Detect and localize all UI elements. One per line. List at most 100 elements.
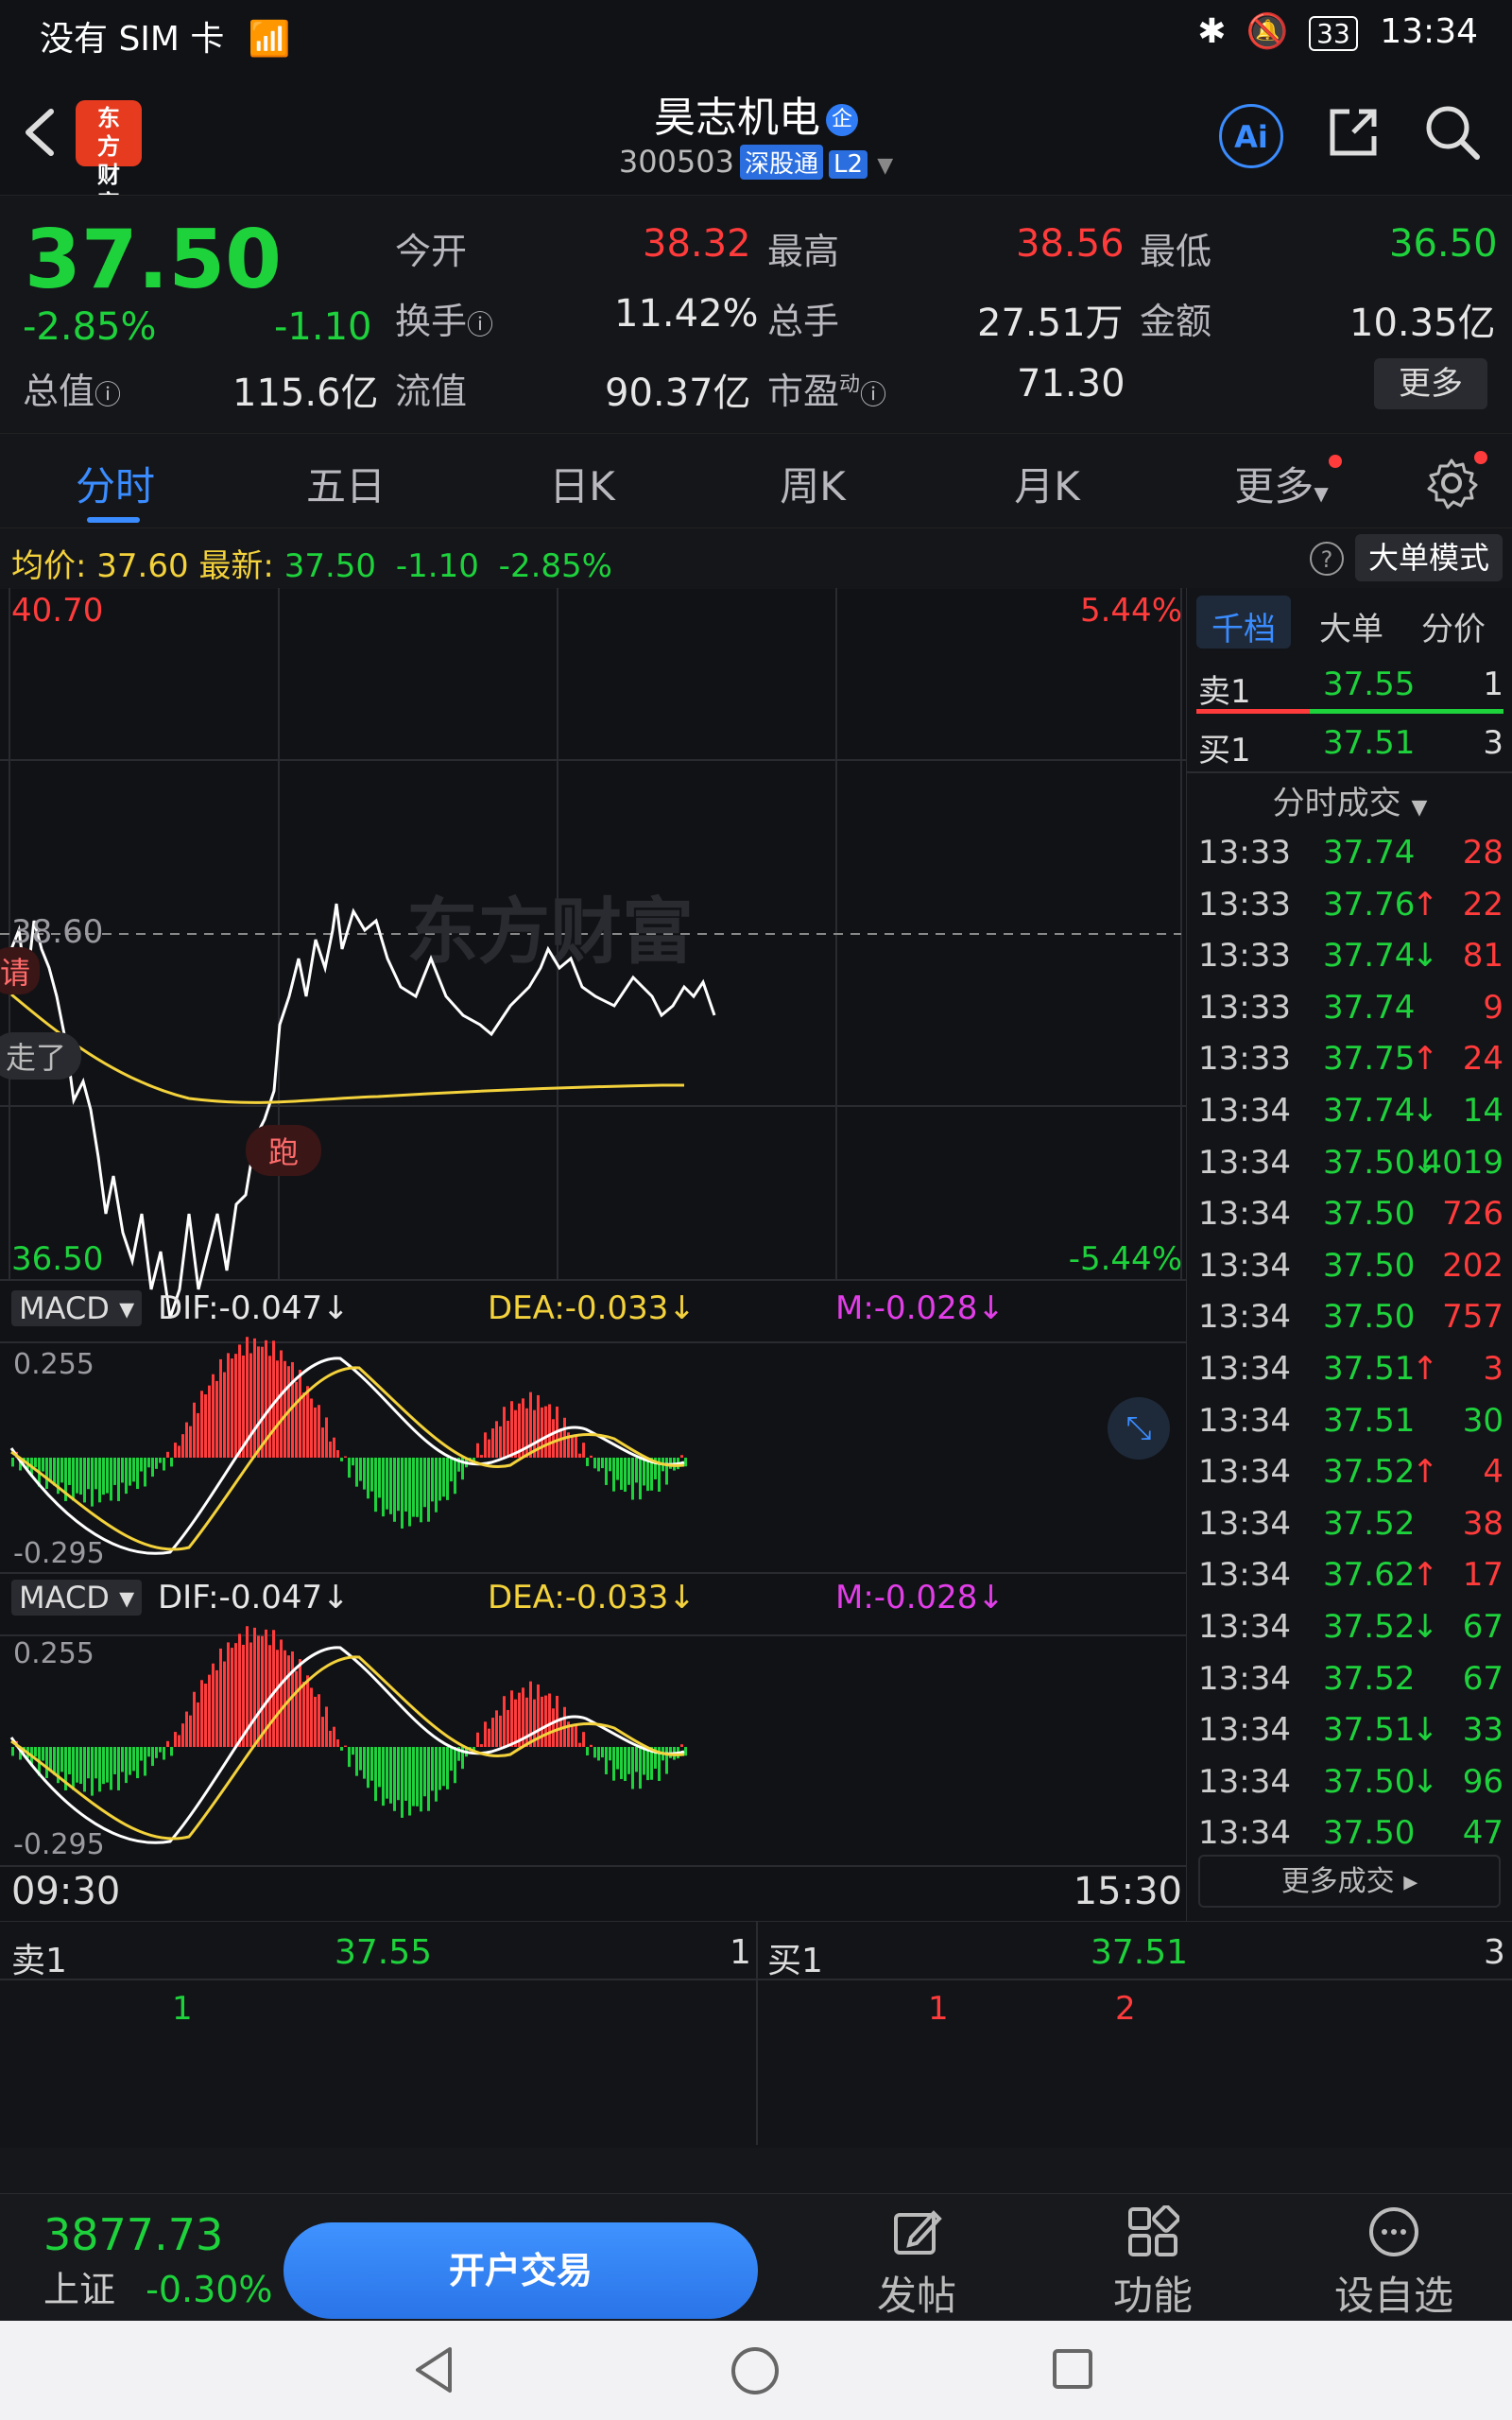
expand-icon[interactable]: ⤡ [1108, 1397, 1170, 1460]
nav-back-icon[interactable] [412, 2345, 455, 2398]
macd-histogram-bar [620, 1747, 623, 1779]
macd-histogram-bar [60, 1747, 63, 1772]
latest-change-pct: -2.85% [498, 547, 612, 585]
macd-histogram-bar [125, 1458, 128, 1495]
avg-price-value: 37.60 [96, 547, 189, 585]
info-icon[interactable]: ⓘ [860, 379, 886, 410]
more-quote-button[interactable]: 更多 [1374, 358, 1487, 409]
macd-histogram-bar [136, 1747, 139, 1779]
info-icon[interactable]: ⓘ [94, 379, 121, 410]
pe-sup: 动 [839, 372, 861, 397]
tab-qiandang[interactable]: 千档 [1211, 603, 1276, 649]
macd-histogram-bar [491, 1428, 494, 1458]
ob-sell-qty: 1 [730, 1933, 751, 1972]
comment-bubble[interactable]: 请 [0, 947, 41, 994]
macd-histogram-bar [79, 1747, 82, 1785]
up-arrow-icon: ↑ [1412, 1350, 1439, 1388]
price-info-line: 均价: 37.60 最新: 37.50 -1.10 -2.85% ? 大单模式 [0, 527, 1512, 589]
macd-indicator-select[interactable]: MACD ▾ [11, 1580, 143, 1616]
tab-big-orders[interactable]: 大单 [1319, 603, 1383, 649]
macd-histogram-bar [189, 1715, 192, 1747]
index-name: 上证 [43, 2269, 116, 2310]
chart-canvas[interactable]: 东方财富 [0, 588, 1186, 1921]
down-arrow-icon: ↓ [1412, 1762, 1439, 1801]
add-watchlist-button[interactable]: 设自选 [1332, 2205, 1455, 2322]
macd-histogram-bar [117, 1747, 120, 1790]
tab-daily-k[interactable]: 日K [507, 455, 658, 512]
grid-icon [1126, 2204, 1180, 2258]
tab-monthly-k[interactable]: 月K [971, 455, 1123, 512]
macd-histogram-bar [412, 1458, 415, 1517]
trade-time: 13:34 [1198, 1659, 1291, 1698]
trade-time: 13:34 [1198, 1092, 1291, 1130]
tab-intraday[interactable]: 分时 [40, 455, 191, 512]
post-button[interactable]: 发帖 [860, 2205, 973, 2322]
level2-tag[interactable]: L2 [829, 150, 868, 179]
trade-time: 13:34 [1198, 1143, 1291, 1182]
tick-trades-title[interactable]: 分时成交 ▼ [1187, 777, 1512, 823]
tick-trade-row: 13:33 37.76 ↑ 22 [1193, 878, 1509, 929]
ob-sell-label: 卖1 [11, 1942, 67, 1980]
macd-histogram-bar [185, 1422, 188, 1458]
tab-weekly-k[interactable]: 周K [737, 455, 888, 512]
share-icon[interactable] [1325, 104, 1382, 161]
help-icon[interactable]: ? [1310, 542, 1344, 576]
trade-price: 37.50 [1323, 1298, 1416, 1337]
macd-histogram-bar [76, 1747, 78, 1783]
macd-histogram-bar [616, 1747, 619, 1770]
trade-time: 13:34 [1198, 1401, 1291, 1440]
macd-histogram-bar [631, 1458, 634, 1500]
open-account-trade-button[interactable]: 开户交易 [284, 2222, 758, 2319]
macd-histogram-bar [140, 1458, 143, 1472]
dropdown-caret-icon[interactable]: ▼ [877, 154, 893, 178]
nav-home-icon[interactable] [730, 2345, 781, 2400]
settings-gear-icon[interactable] [1425, 457, 1478, 510]
macd-histogram-bar [382, 1747, 385, 1806]
macd-histogram-bar [590, 1455, 593, 1458]
ai-button[interactable]: Ai [1219, 104, 1283, 168]
big-order-mode-button[interactable]: 大单模式 [1355, 534, 1503, 581]
macd-histogram-bar [499, 1426, 502, 1458]
macd-histogram-bar [665, 1747, 668, 1774]
info-icon[interactable]: ⓘ [467, 309, 493, 340]
search-icon[interactable] [1422, 102, 1483, 163]
macd-histogram-bar [575, 1724, 577, 1747]
macd-histogram-bar [336, 1450, 339, 1458]
tick-trades-list[interactable]: 13:33 37.74 28 13:33 37.76 ↑ 22 13:33 37.74 ↓ 81 13… [1187, 826, 1512, 1852]
macd-histogram-bar [404, 1458, 407, 1512]
notification-dot [1474, 451, 1487, 464]
macd-histogram-bar [442, 1458, 445, 1497]
tab-five-day[interactable]: 五日 [270, 455, 421, 512]
float-label: 流值 [395, 371, 468, 412]
comment-bubble[interactable]: 跑 [246, 1125, 322, 1176]
more-trades-button[interactable]: 更多成交 ▸ [1198, 1855, 1501, 1908]
macd-indicator-select[interactable]: MACD ▾ [11, 1290, 143, 1326]
trade-qty: 9 [1483, 988, 1503, 1027]
volume-value: 27.51万 [977, 302, 1124, 345]
trade-price: 37.76 [1323, 885, 1416, 924]
macd-histogram-bar [306, 1386, 309, 1458]
turnover-label: 换手 [395, 301, 468, 342]
comment-bubble[interactable]: 走了 [0, 1032, 82, 1080]
macd-histogram-bar [627, 1458, 630, 1485]
functions-button[interactable]: 功能 [1096, 2204, 1210, 2322]
macd-histogram-bar [393, 1747, 396, 1811]
tick-trade-row: 13:34 37.51 ↑ 3 [1193, 1342, 1509, 1393]
buy1-price: 37.51 [1323, 724, 1416, 762]
tab-price-dist[interactable]: 分价 [1421, 603, 1486, 649]
nav-recents-icon[interactable] [1051, 2347, 1094, 2394]
macd-histogram-bar [151, 1747, 154, 1767]
macd-histogram-bar [113, 1458, 116, 1485]
tick-trade-row: 13:34 37.50 757 [1193, 1290, 1509, 1341]
trade-qty: 33 [1462, 1711, 1503, 1750]
macd-histogram-bar [261, 1635, 264, 1747]
macd-histogram-bar [181, 1434, 184, 1458]
macd-histogram-bar [314, 1407, 317, 1458]
macd-histogram-bar [355, 1458, 358, 1487]
macd-histogram-bar [582, 1443, 585, 1458]
macd-histogram-bar [340, 1458, 343, 1461]
macd-histogram-bar [503, 1696, 506, 1747]
macd-histogram-bar [529, 1392, 532, 1458]
index-ticker[interactable]: 3877.73 上证 -0.30% [43, 2209, 273, 2312]
connect-tag[interactable]: 深股通 [740, 145, 824, 180]
